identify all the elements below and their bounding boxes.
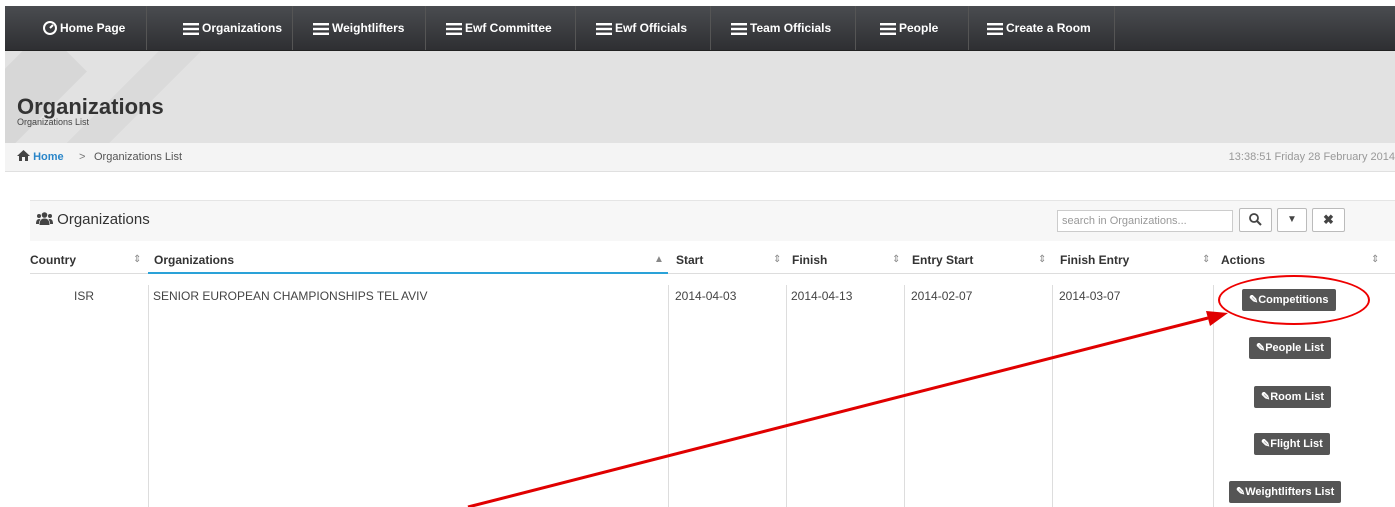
- annotation-arrow: [467, 311, 1228, 507]
